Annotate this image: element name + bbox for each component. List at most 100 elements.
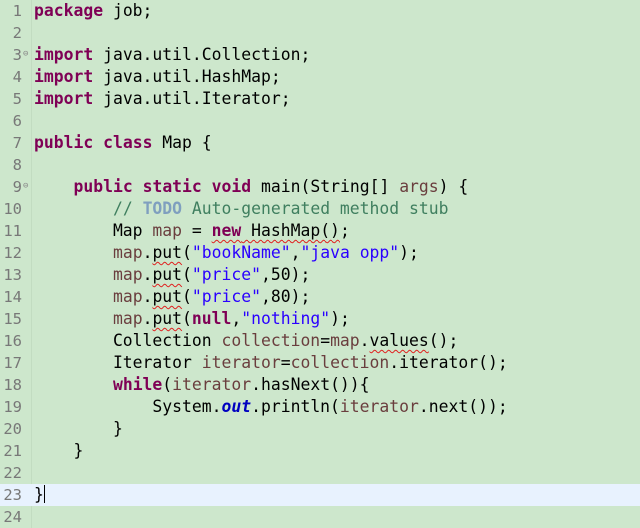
code-line[interactable]: 12 map.put("bookName","java opp"); [0, 242, 640, 264]
code-line[interactable]: 6 [0, 110, 640, 132]
code-text[interactable]: } [34, 484, 45, 506]
line-number: 14 [3, 288, 22, 306]
fold-toggle-icon[interactable]: ⊖ [23, 181, 28, 191]
code-token: main(String[] [251, 177, 400, 196]
code-token: , [290, 243, 301, 262]
code-token: ) { [438, 177, 469, 196]
code-token: "nothing" [241, 309, 331, 328]
code-line[interactable]: 14 map.put("price",80); [0, 286, 640, 308]
code-line[interactable]: 8 [0, 154, 640, 176]
fold-toggle-icon[interactable]: ⊖ [23, 49, 28, 59]
code-line[interactable]: 18 while(iterator.hasNext()){ [0, 374, 640, 396]
code-line[interactable]: 2 [0, 22, 640, 44]
code-token: .hasNext()){ [251, 375, 370, 394]
code-token: ( [182, 287, 192, 306]
code-text[interactable]: public static void main(String[] args) { [34, 176, 468, 198]
line-number: 21 [3, 442, 22, 460]
code-line[interactable]: 10 // TODO Auto-generated method stub [0, 198, 640, 220]
code-token: new [211, 221, 242, 240]
line-number: 11 [3, 222, 22, 240]
code-token: , [231, 309, 242, 328]
code-token: static [142, 177, 202, 196]
line-number: 8 [12, 156, 22, 174]
line-number: 7 [12, 134, 22, 152]
code-line[interactable]: 3 ⊖ import java.util.Collection; [0, 44, 640, 66]
code-token: while [112, 375, 163, 394]
line-number: 12 [3, 244, 22, 262]
code-token: Iterator [34, 353, 202, 372]
code-token: = [182, 221, 212, 240]
code-token: import [34, 67, 94, 86]
code-line[interactable]: 11 Map map = new HashMap(); [0, 220, 640, 242]
code-line[interactable]: 24 [0, 506, 640, 528]
code-token: "bookName" [191, 243, 291, 262]
code-line[interactable]: 5 import java.util.Iterator; [0, 88, 640, 110]
code-text[interactable]: Collection collection=map.values(); [34, 330, 458, 352]
code-token: TODO [142, 199, 183, 218]
code-line[interactable]: 1 package job; [0, 0, 640, 22]
code-text[interactable]: while(iterator.hasNext()){ [34, 374, 370, 396]
code-text[interactable]: map.put(null,"nothing"); [34, 308, 350, 330]
line-number: 23 [3, 486, 22, 504]
code-token: map [330, 331, 360, 350]
code-token: import [34, 45, 94, 64]
code-line[interactable]: 15 map.put(null,"nothing"); [0, 308, 640, 330]
code-token: .next()); [418, 397, 508, 416]
code-text[interactable]: import java.util.Iterator; [34, 88, 291, 110]
line-number: 9 [12, 178, 22, 196]
code-line[interactable]: 21 } [0, 440, 640, 462]
code-text[interactable]: } [34, 418, 123, 440]
code-token: java.util.HashMap; [93, 67, 281, 86]
code-text[interactable]: import java.util.HashMap; [34, 66, 281, 88]
code-token: java.util.Collection; [93, 45, 311, 64]
code-text[interactable]: // TODO Auto-generated method stub [34, 198, 449, 220]
code-line[interactable]: 19 System.out.println(iterator.next()); [0, 396, 640, 418]
code-token: = [320, 331, 331, 350]
code-line[interactable]: 23} [0, 484, 640, 506]
line-number: 19 [3, 398, 22, 416]
code-editor[interactable]: 1 package job; 2 3 ⊖ import java.util.Collect… [0, 0, 640, 528]
code-token: (); [428, 331, 459, 350]
code-line[interactable]: 22 [0, 462, 640, 484]
code-token: } [34, 441, 84, 460]
code-line[interactable]: 7 public class Map { [0, 132, 640, 154]
code-line[interactable]: 4 import java.util.HashMap; [0, 66, 640, 88]
text-caret [43, 485, 45, 503]
code-line[interactable]: 20 } [0, 418, 640, 440]
code-token: Auto-generated method stub [182, 199, 449, 218]
line-number: 6 [12, 112, 22, 130]
code-token: } [34, 419, 123, 438]
code-line[interactable]: 16 Collection collection=map.values(); [0, 330, 640, 352]
code-token: job; [103, 1, 153, 20]
line-number: 15 [3, 310, 22, 328]
code-token: put [152, 309, 183, 328]
code-text[interactable]: Iterator iterator=collection.iterator(); [34, 352, 508, 374]
code-text[interactable]: map.put("price",50); [34, 264, 310, 286]
code-text[interactable]: Map map = new HashMap(); [34, 220, 350, 242]
code-text[interactable]: package job; [34, 0, 152, 22]
code-line[interactable]: 13 map.put("price",50); [0, 264, 640, 286]
code-line[interactable]: 17 Iterator iterator=collection.iterator… [0, 352, 640, 374]
code-text[interactable]: import java.util.Collection; [34, 44, 310, 66]
code-text[interactable]: System.out.println(iterator.next()); [34, 396, 508, 418]
code-text[interactable]: } [34, 440, 83, 462]
code-token: ,50); [261, 265, 311, 284]
code-text[interactable]: map.put("price",80); [34, 286, 310, 308]
line-number: 16 [3, 332, 22, 350]
code-token: . [142, 287, 153, 306]
line-number: 17 [3, 354, 22, 372]
code-text[interactable]: map.put("bookName","java opp"); [34, 242, 419, 264]
code-token: "price" [191, 287, 261, 306]
code-token: public [73, 177, 133, 196]
code-text[interactable]: public class Map { [34, 132, 212, 154]
code-line[interactable]: 9 ⊖ public static void main(String[] args… [0, 176, 640, 198]
code-token: collection [221, 331, 321, 350]
code-token: ); [399, 243, 419, 262]
